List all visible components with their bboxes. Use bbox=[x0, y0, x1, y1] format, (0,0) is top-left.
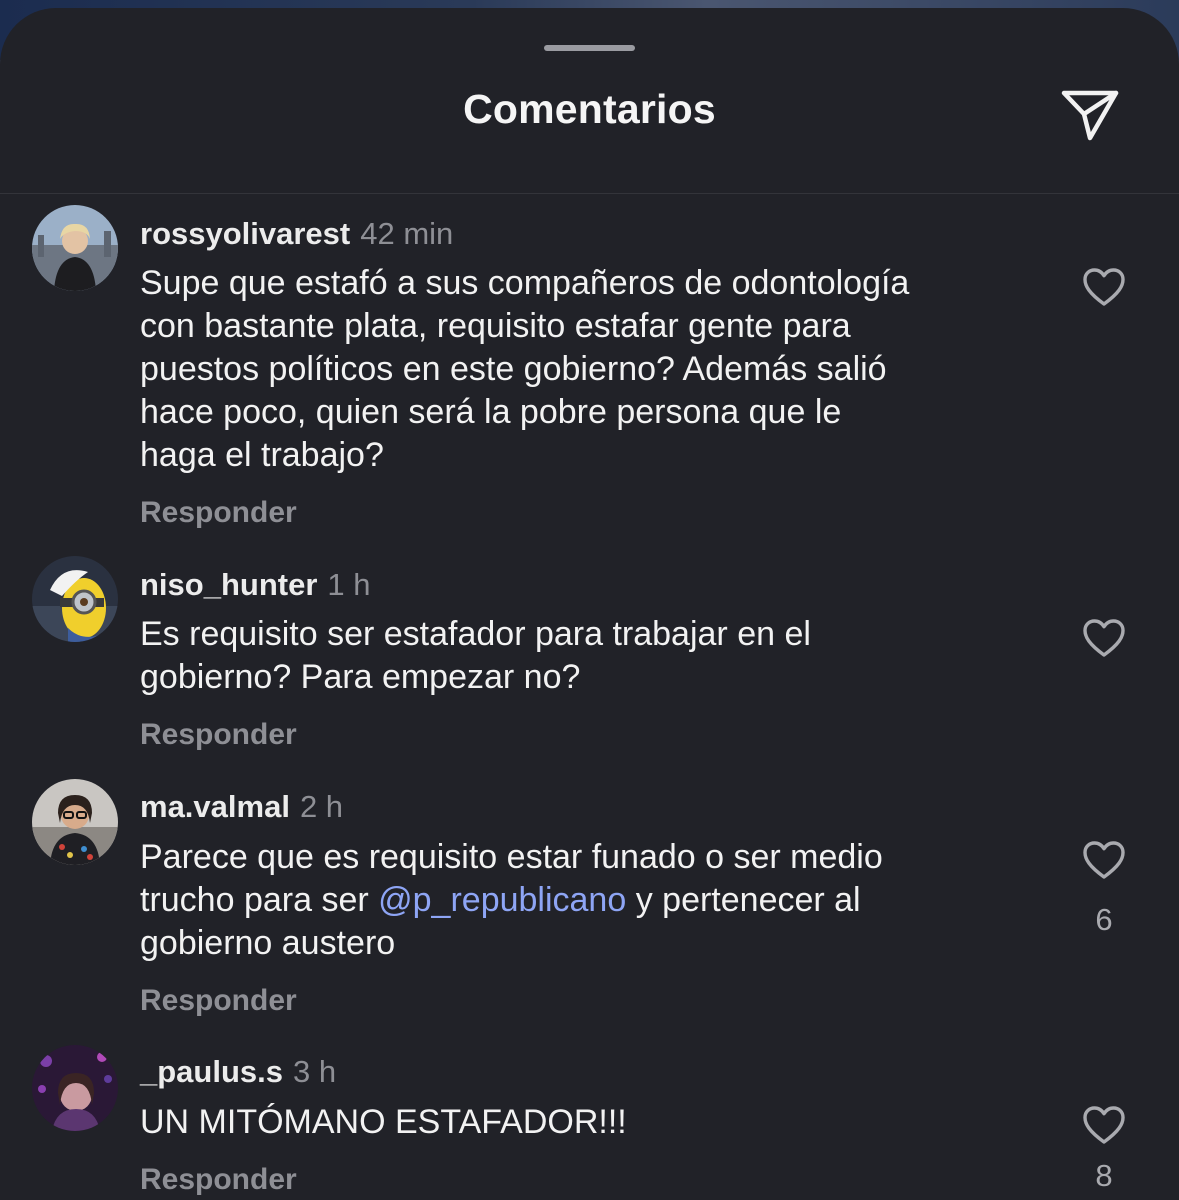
comment-meta: ma.valmal 2 h bbox=[140, 789, 343, 825]
comment-line: puestos políticos en este gobierno? Adem… bbox=[140, 350, 887, 388]
comment-line: Supe que estafó a sus compañeros de odon… bbox=[140, 264, 910, 302]
comment-time: 1 h bbox=[327, 567, 371, 602]
comment-username[interactable]: niso_hunter bbox=[140, 567, 317, 602]
comment-text: Supe que estafó a sus compañeros de odon… bbox=[140, 262, 1040, 477]
comment-time: 3 h bbox=[293, 1054, 337, 1089]
comment-time: 42 min bbox=[360, 216, 454, 251]
comment-line: haga el trabajo? bbox=[140, 436, 384, 474]
comment-line: con bastante plata, requisito estafar ge… bbox=[140, 307, 851, 345]
like-button[interactable] bbox=[1078, 837, 1130, 883]
avatar[interactable] bbox=[32, 1045, 118, 1131]
comment-text-segment: y pertenecer al bbox=[626, 881, 861, 919]
reply-button[interactable]: Responder bbox=[140, 1163, 297, 1197]
comment-time: 2 h bbox=[299, 789, 344, 824]
mention-link[interactable]: @p_republicano bbox=[378, 881, 626, 919]
avatar[interactable] bbox=[32, 556, 118, 642]
reply-button[interactable]: Responder bbox=[140, 718, 297, 752]
heart-outline-icon bbox=[1083, 619, 1125, 657]
comment-meta: rossyolivarest 42 min bbox=[140, 216, 453, 252]
comment-meta: _paulus.s 3 h bbox=[140, 1054, 336, 1090]
sheet-title: Comentarios bbox=[463, 86, 716, 132]
comment-text-segment: trucho para ser bbox=[140, 881, 379, 919]
comment-username[interactable]: ma.valmal bbox=[140, 789, 290, 824]
paper-plane-icon bbox=[1061, 90, 1119, 141]
share-button[interactable] bbox=[1055, 80, 1125, 150]
heart-outline-icon bbox=[1083, 268, 1125, 306]
like-button[interactable] bbox=[1078, 615, 1130, 661]
comment-line: gobierno austero bbox=[140, 924, 396, 962]
avatar[interactable] bbox=[32, 205, 118, 291]
comment-text: Es requisito ser estafador para trabajar… bbox=[140, 613, 1040, 699]
comment-meta: niso_hunter 1 h bbox=[140, 567, 371, 603]
comment-username[interactable]: rossyolivarest bbox=[140, 216, 350, 251]
reply-button[interactable]: Responder bbox=[140, 984, 297, 1018]
heart-outline-icon bbox=[1083, 1106, 1125, 1144]
like-button[interactable] bbox=[1078, 1102, 1130, 1148]
comment-text: Parece que es requisito estar funado o s… bbox=[140, 836, 1040, 965]
like-count: 6 bbox=[1095, 902, 1113, 937]
comment-text: UN MITÓMANO ESTAFADOR!!! bbox=[140, 1101, 1040, 1144]
comment-username[interactable]: _paulus.s bbox=[140, 1054, 283, 1089]
comment-line: Parece que es requisito estar funado o s… bbox=[140, 838, 883, 876]
like-count: 8 bbox=[1095, 1158, 1113, 1193]
comment-line: Es requisito ser estafador para trabajar… bbox=[140, 615, 811, 653]
comment-line: hace poco, quien será la pobre persona q… bbox=[140, 393, 842, 431]
comment-line: trucho para ser @p_republicano y pertene… bbox=[140, 879, 1040, 922]
like-button[interactable] bbox=[1078, 264, 1130, 310]
comment-line: gobierno? Para empezar no? bbox=[140, 658, 581, 696]
drag-handle[interactable] bbox=[544, 45, 635, 51]
reply-button[interactable]: Responder bbox=[140, 496, 297, 530]
comments-sheet: Comentarios rossyolivarest 42 min Supe qu… bbox=[0, 8, 1179, 1200]
comment-line: UN MITÓMANO ESTAFADOR!!! bbox=[140, 1103, 627, 1141]
heart-outline-icon bbox=[1083, 841, 1125, 879]
header-divider bbox=[0, 193, 1179, 194]
avatar[interactable] bbox=[32, 779, 118, 865]
